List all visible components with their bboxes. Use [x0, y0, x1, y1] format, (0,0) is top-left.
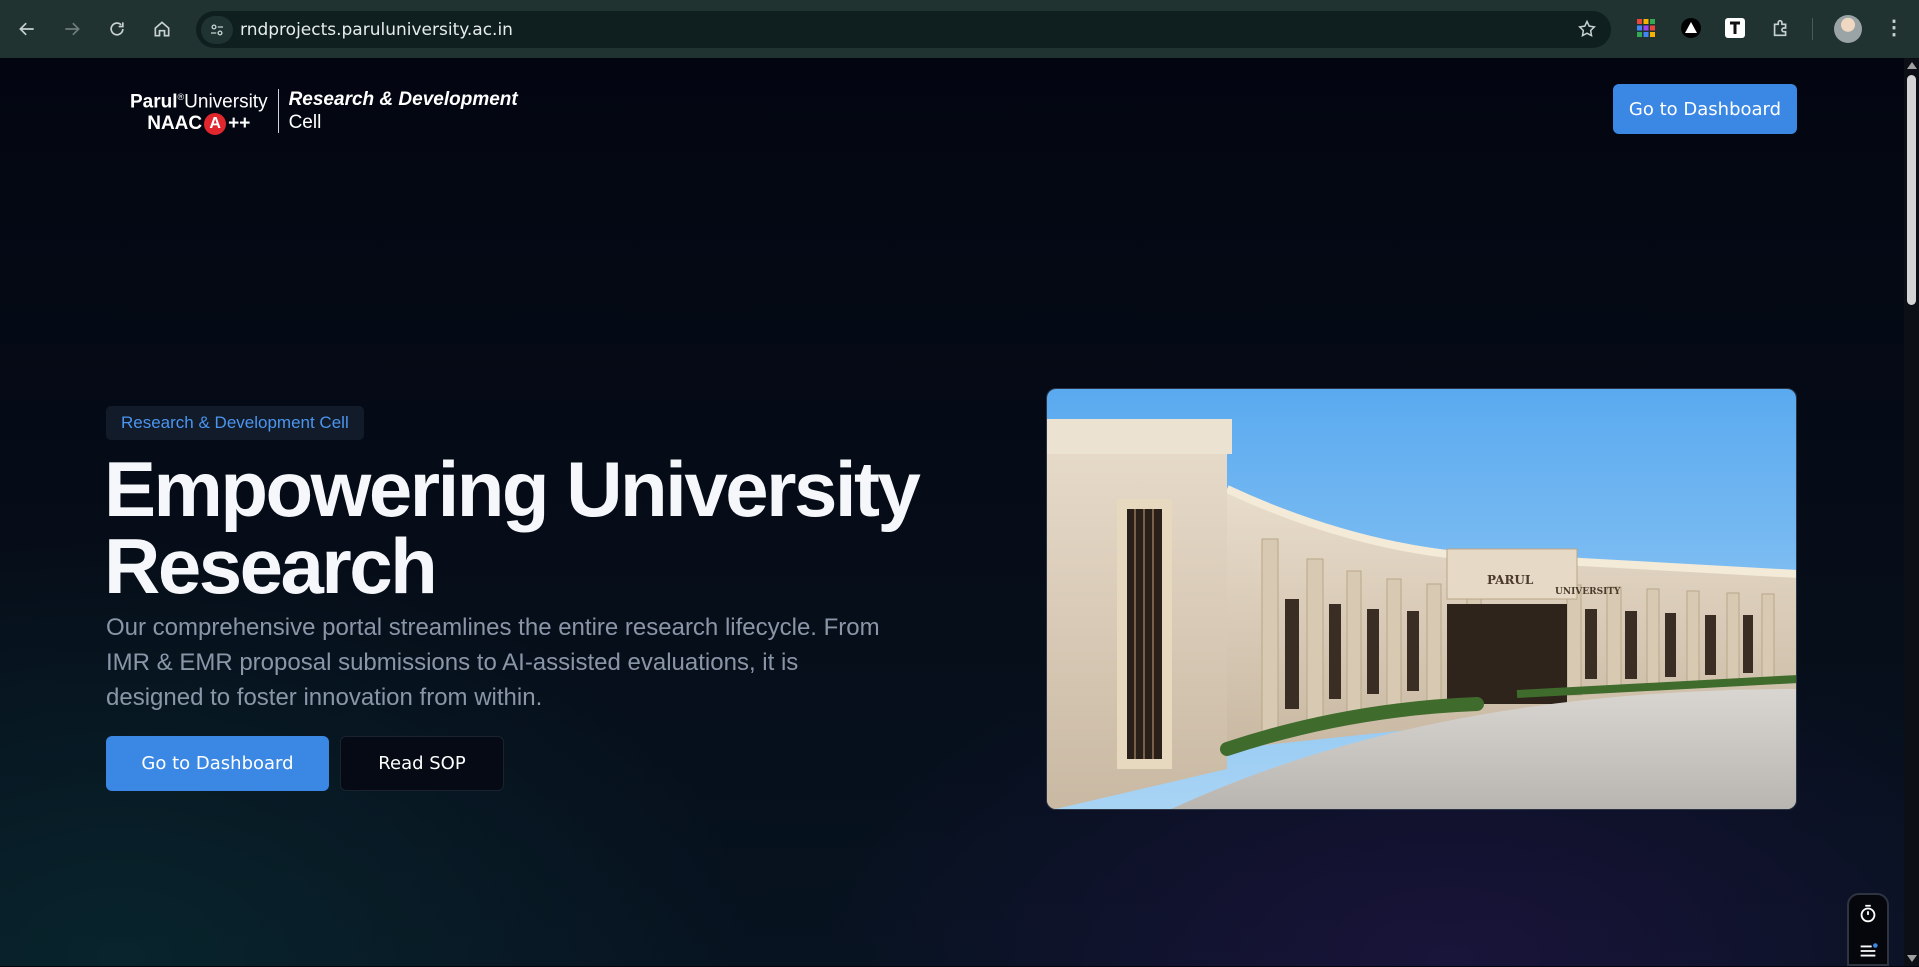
scroll-down-icon[interactable] [1907, 955, 1917, 962]
logo-cell-subtitle: Cell [288, 111, 322, 133]
home-icon [154, 21, 170, 37]
campus-photo-illustration: PARUL UNIVERSITY [1047, 389, 1796, 809]
logo-cell-title: Research & Development [288, 88, 518, 110]
campus-building-image: PARUL UNIVERSITY [1046, 388, 1797, 810]
bookmark-star-icon[interactable] [1577, 19, 1597, 44]
hero-title-line2: Research [104, 522, 438, 610]
logo-divider [277, 88, 279, 133]
toolbar-divider [1812, 18, 1813, 40]
building-sign-right: UNIVERSITY [1555, 587, 1621, 597]
naac-grade-plus: ++ [228, 113, 251, 135]
page-content: Parul®University NAAC A ++ Research & Dev… [0, 58, 1904, 966]
naac-grade-badge: A [204, 113, 227, 136]
arrow-left-icon [19, 22, 34, 36]
arrow-right-icon [65, 22, 80, 36]
address-bar[interactable]: rndprojects.paruluniversity.ac.in [196, 11, 1611, 48]
extensions-puzzle-icon[interactable] [1769, 16, 1793, 40]
reload-icon [110, 22, 124, 36]
browser-menu-icon[interactable]: ⋮ [1884, 16, 1904, 40]
floating-widget[interactable] [1847, 893, 1889, 966]
site-info-icon[interactable] [201, 15, 233, 44]
parul-logo: Parul®University NAAC A ++ [130, 86, 268, 136]
hero-dashboard-button[interactable]: Go to Dashboard [106, 736, 329, 791]
back-button[interactable] [12, 14, 42, 44]
scrollbar-thumb[interactable] [1907, 75, 1916, 305]
hero-title: Empowering University Research [104, 450, 1004, 605]
reload-button[interactable] [102, 14, 132, 44]
read-sop-button[interactable]: Read SOP [340, 736, 504, 791]
list-menu-icon[interactable] [1857, 940, 1879, 967]
grid-extension-icon[interactable] [1634, 16, 1658, 40]
page-scrollbar[interactable] [1904, 58, 1919, 966]
site-logo[interactable]: Parul®University NAAC A ++ Research & Dev… [130, 86, 518, 136]
logo-naac: NAAC [147, 113, 203, 135]
logo-brand: Parul [130, 91, 178, 113]
building-sign-left: PARUL [1487, 573, 1534, 587]
timer-icon[interactable] [1857, 903, 1879, 930]
triangle-extension-icon[interactable] [1679, 16, 1703, 40]
home-button[interactable] [147, 14, 177, 44]
browser-toolbar: rndprojects.paruluniversity.ac.in ⋮ [0, 0, 1919, 58]
header-dashboard-button[interactable]: Go to Dashboard [1613, 84, 1797, 134]
scroll-up-icon[interactable] [1907, 62, 1917, 69]
forward-button[interactable] [57, 14, 87, 44]
profile-avatar[interactable] [1834, 15, 1862, 43]
text-extension-icon[interactable] [1723, 16, 1747, 40]
logo-university: University [184, 91, 268, 113]
hero-description: Our comprehensive portal streamlines the… [106, 614, 880, 711]
hero-tag: Research & Development Cell [106, 406, 364, 440]
hero-title-line1: Empowering University [104, 445, 921, 533]
url-text[interactable]: rndprojects.paruluniversity.ac.in [240, 20, 513, 40]
